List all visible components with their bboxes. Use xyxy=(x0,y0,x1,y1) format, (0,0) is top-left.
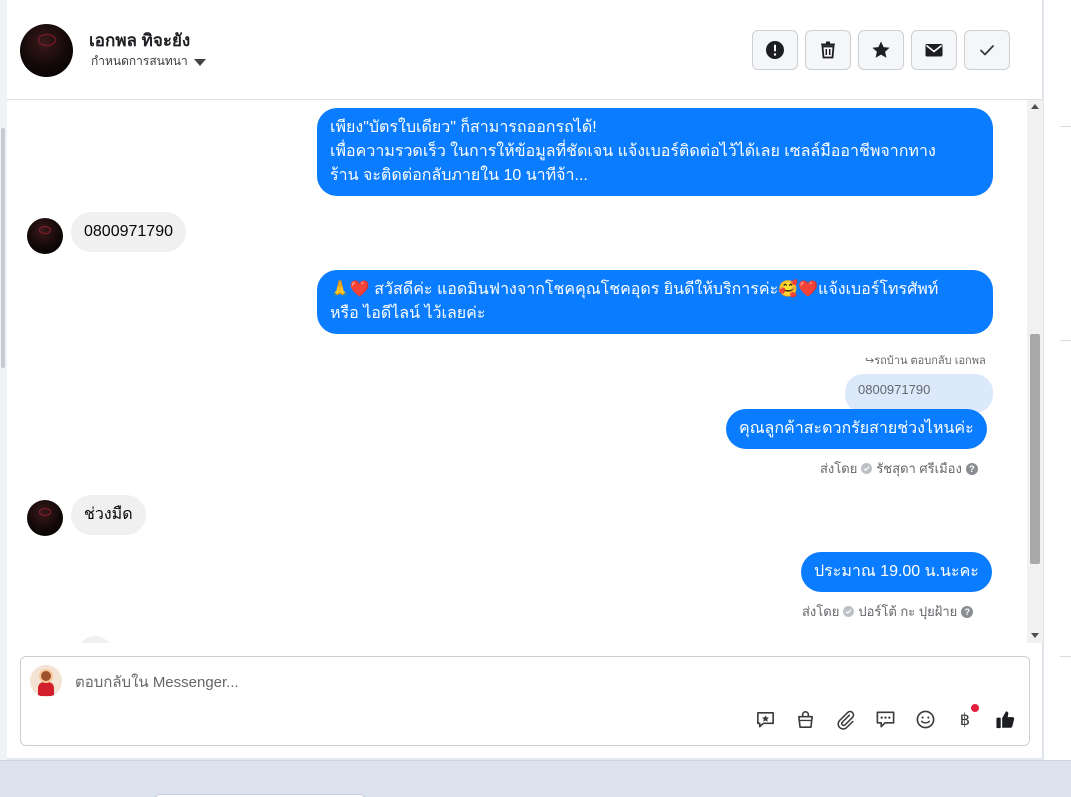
star-icon xyxy=(872,41,890,58)
contact-name[interactable]: เอกพล ทิจะยัง xyxy=(89,27,190,54)
assign-conversation-dropdown[interactable]: กำหนดการสนทนา xyxy=(91,52,206,71)
conversation-header: เอกพล ทิจะยัง กำหนดการสนทนา xyxy=(7,0,1043,100)
header-actions xyxy=(752,30,1010,70)
sent-by-label: ส่งโดย xyxy=(820,461,858,476)
thread-scrollbar[interactable] xyxy=(1027,100,1043,643)
star-button[interactable] xyxy=(858,30,904,70)
attach-icon xyxy=(836,710,854,730)
caret-down-icon xyxy=(193,58,206,66)
sent-by-line: ส่งโดย ปอร์โต้ กะ ปุยฝ้าย ? xyxy=(802,601,974,622)
chat-bubbles-icon xyxy=(876,711,894,727)
left-scroll-thumb[interactable] xyxy=(1,128,5,368)
report-button[interactable] xyxy=(752,30,798,70)
quoted-message[interactable]: 0800971790 xyxy=(845,374,993,413)
contact-avatar-small[interactable] xyxy=(27,218,63,254)
message-thread[interactable]: เพียง"บัตรใบเดียว" ก็สามารถออกรถได้! เพื… xyxy=(7,100,1027,643)
outgoing-message[interactable]: เพียง"บัตรใบเดียว" ก็สามารถออกรถได้! เพื… xyxy=(317,108,993,196)
verified-icon xyxy=(843,606,855,617)
attach-button[interactable] xyxy=(833,707,857,731)
assign-label: กำหนดการสนทนา xyxy=(91,54,188,68)
outgoing-message[interactable]: 🙏❤️ สวัสดีค่ะ แอดมินฟางจากโชคคุณโชคอุดร … xyxy=(317,270,993,334)
contact-avatar[interactable] xyxy=(20,24,73,77)
sender-name[interactable]: ปอร์โต้ กะ ปุยฝ้าย xyxy=(858,601,957,622)
envelope-icon xyxy=(925,44,943,57)
help-icon[interactable]: ? xyxy=(965,462,978,475)
contact-avatar-small[interactable] xyxy=(27,500,63,536)
incoming-message[interactable]: ช่วงมืด xyxy=(71,495,146,535)
quick-replies-button[interactable] xyxy=(873,707,897,731)
check-icon xyxy=(980,45,994,56)
conversation-panel: เอกพล ทิจะยัง กำหนดการสนทนา เพียง"บัตรใบ xyxy=(7,0,1043,758)
delete-button[interactable] xyxy=(805,30,851,70)
typing-indicator xyxy=(77,636,113,643)
mark-done-button[interactable] xyxy=(964,30,1010,70)
saved-reply-button[interactable] xyxy=(753,707,777,731)
emoji-icon xyxy=(916,710,934,728)
scroll-thumb[interactable] xyxy=(1030,334,1040,564)
right-side-panel-edge xyxy=(1043,0,1071,760)
mark-unread-button[interactable] xyxy=(911,30,957,70)
notification-dot xyxy=(971,704,979,712)
trash-icon xyxy=(821,41,835,59)
sent-by-label: ส่งโดย xyxy=(802,604,840,619)
verified-icon xyxy=(861,463,873,474)
sender-name[interactable]: รัชสุดา ศรีเมือง xyxy=(876,458,962,479)
shop-bag-icon xyxy=(797,710,813,728)
help-icon[interactable]: ? xyxy=(961,605,974,618)
alert-icon xyxy=(766,41,784,59)
svg-text:฿: ฿ xyxy=(959,710,969,729)
outgoing-message[interactable]: ประมาณ 19.00 น.นะคะ xyxy=(801,552,992,592)
saved-reply-icon xyxy=(756,711,774,727)
sent-by-line: ส่งโดย รัชสุดา ศรีเมือง ? xyxy=(820,458,978,479)
like-button[interactable] xyxy=(993,707,1017,731)
incoming-message[interactable]: 0800971790 xyxy=(71,212,186,252)
left-edge xyxy=(0,0,7,760)
reply-input[interactable] xyxy=(75,671,675,693)
page-avatar xyxy=(30,665,62,697)
reply-note: ↪รถบ้าน ตอบกลับ เอกพล xyxy=(865,355,986,367)
os-taskbar xyxy=(0,760,1071,797)
scroll-down-arrow[interactable] xyxy=(1031,633,1039,638)
emoji-button[interactable] xyxy=(913,707,937,731)
shop-button[interactable] xyxy=(793,707,817,731)
outgoing-message[interactable]: คุณลูกค้าสะดวกรัยสายช่วงไหนค่ะ xyxy=(726,409,987,449)
payment-button[interactable]: ฿ xyxy=(953,704,979,731)
reply-composer: ฿ xyxy=(20,656,1030,746)
thumbs-up-icon xyxy=(995,710,1014,728)
scroll-up-arrow[interactable] xyxy=(1031,104,1039,109)
composer-tools: ฿ xyxy=(753,704,1017,731)
